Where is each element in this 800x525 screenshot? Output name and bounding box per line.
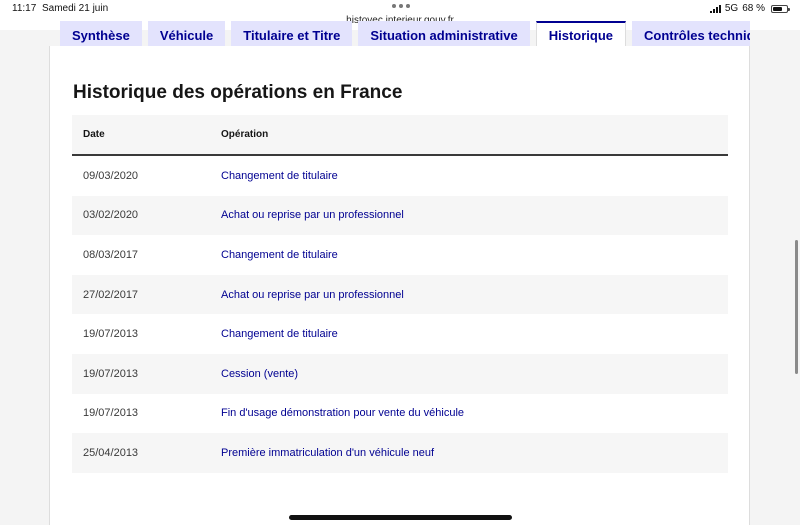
column-header-operation: Opération [221,129,269,140]
operation-date: 25/04/2013 [83,446,139,459]
operation-label: Changement de titulaire [221,248,338,261]
status-time: 11:17 [12,3,37,14]
operations-table: Date Opération 09/03/2020 Changement de t… [72,115,728,473]
table-row: 19/07/2013 Cession (vente) [72,353,728,394]
signal-icon [709,4,721,13]
battery-label: 68 % [742,3,765,14]
tab-0[interactable]: Synthèse [60,21,142,47]
content-panel: Historique des opérations en France Date… [49,46,750,525]
tab-bar: Synthèse Véhicule Titulaire et Titre Situat… [60,21,750,47]
operation-label: Cession (vente) [221,367,299,380]
operation-label: Fin d'usage démonstration pour vente du … [221,407,465,420]
tab-3[interactable]: Situation administrative [358,21,530,47]
scrollbar[interactable] [795,240,798,374]
table-body: 09/03/2020 Changement de titulaire 03/02/2… [72,156,728,473]
operation-date: 19/07/2013 [83,328,139,341]
tab-2[interactable]: Titulaire et Titre [231,21,353,47]
operation-label: Première immatriculation d'un véhicule n… [221,446,435,459]
operation-date: 19/07/2013 [83,407,139,420]
network-label: 5G [724,3,739,14]
battery-icon [771,4,790,13]
operation-date: 19/07/2013 [83,367,139,380]
operation-date: 03/02/2020 [83,209,139,222]
table-row: 27/02/2017 Achat ou reprise par un profes… [72,274,728,315]
table-row: 03/02/2020 Achat ou reprise par un profes… [72,195,728,236]
table-row: 19/07/2013 Fin d'usage démonstration pour… [72,393,728,434]
operation-label: Achat ou reprise par un professionnel [221,288,404,301]
table-header: Date Opération [72,115,728,156]
status-indicators: 5G 68 % [709,3,790,14]
operation-date: 09/03/2020 [83,169,139,182]
more-dots-icon[interactable] [392,4,410,8]
tab-1[interactable]: Véhicule [147,21,226,47]
operation-date: 08/03/2017 [83,248,139,261]
home-indicator[interactable] [289,515,512,520]
status-date: Samedi 21 juin [42,3,109,14]
page-title: Historique des opérations en France [73,82,403,103]
column-header-date: Date [83,129,105,140]
operation-label: Changement de titulaire [221,328,338,341]
tab-5[interactable]: Contrôles techniques [632,21,750,47]
operation-label: Achat ou reprise par un professionnel [221,209,404,222]
tab-4[interactable]: Historique [535,21,627,47]
table-row: 08/03/2017 Changement de titulaire [72,235,728,275]
operation-date: 27/02/2017 [83,288,139,301]
table-row: 25/04/2013 Première immatriculation d'un … [72,433,728,473]
table-row: 19/07/2013 Changement de titulaire [72,314,728,354]
table-row: 09/03/2020 Changement de titulaire [72,156,728,196]
operation-label: Changement de titulaire [221,169,338,182]
